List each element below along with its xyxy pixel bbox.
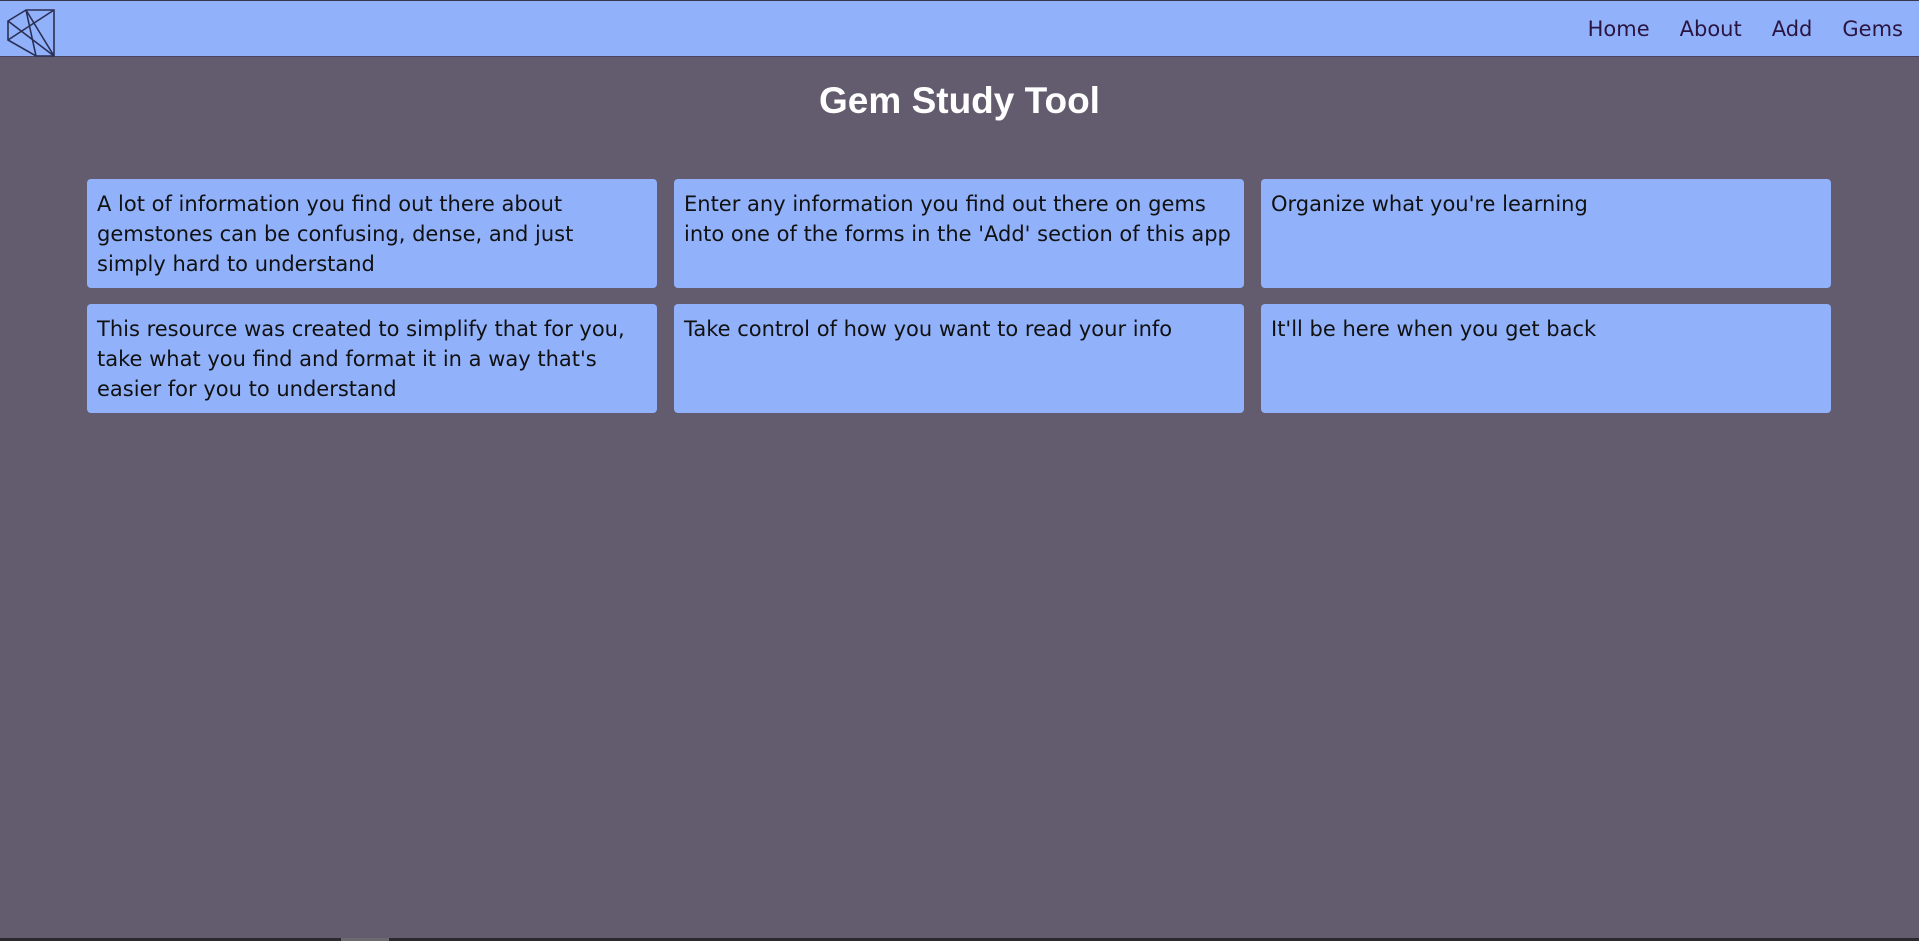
gem-icon[interactable] bbox=[6, 8, 56, 58]
nav-links: Home About Add Gems bbox=[1588, 1, 1903, 56]
page-title: Gem Study Tool bbox=[819, 80, 1100, 121]
info-card: Take control of how you want to read you… bbox=[674, 304, 1244, 413]
info-card: Enter any information you find out there… bbox=[674, 179, 1244, 288]
navbar: Home About Add Gems bbox=[0, 0, 1919, 57]
info-card: It'll be here when you get back bbox=[1261, 304, 1831, 413]
nav-add-link[interactable]: Add bbox=[1772, 17, 1813, 41]
info-card: This resource was created to simplify th… bbox=[87, 304, 657, 413]
info-card: Organize what you're learning bbox=[1261, 179, 1831, 288]
info-card: A lot of information you find out there … bbox=[87, 179, 657, 288]
nav-home-link[interactable]: Home bbox=[1588, 17, 1650, 41]
nav-about-link[interactable]: About bbox=[1680, 17, 1742, 41]
nav-gems-link[interactable]: Gems bbox=[1842, 17, 1903, 41]
info-cards-grid: A lot of information you find out there … bbox=[87, 179, 1831, 413]
